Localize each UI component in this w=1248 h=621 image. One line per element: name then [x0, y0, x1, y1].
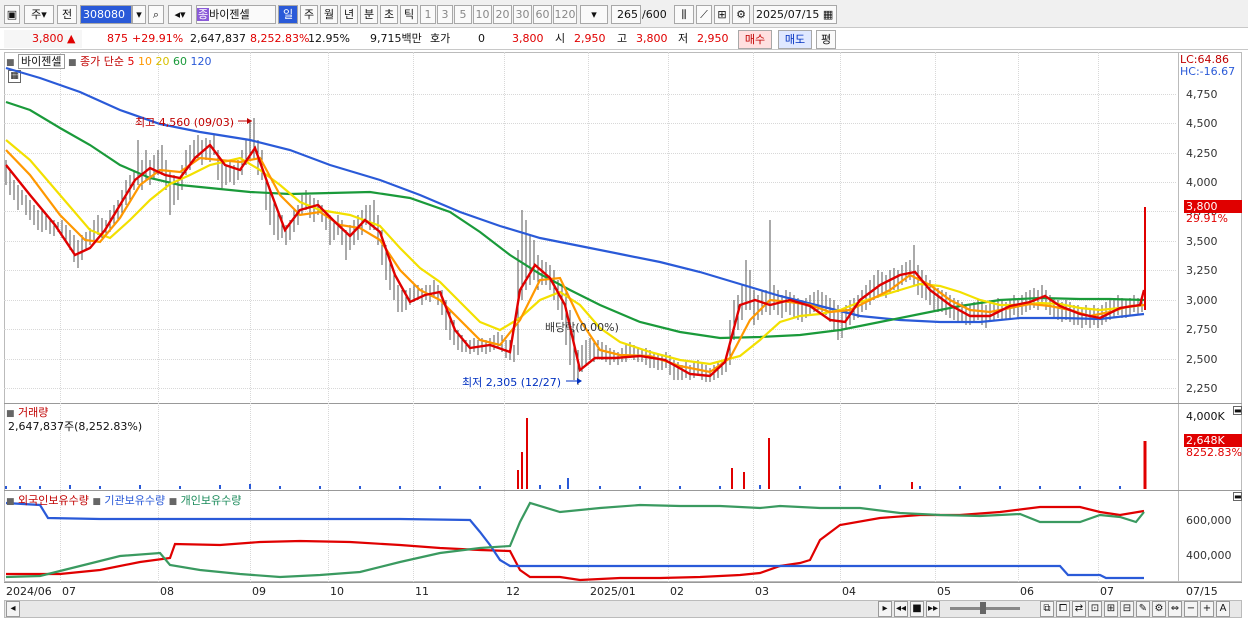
- x-tick: 04: [842, 585, 856, 598]
- dividend-annotation: 배당락(0.00%): [545, 321, 619, 334]
- x-tick: 02: [670, 585, 684, 598]
- window-icon[interactable]: ⧠: [1056, 601, 1070, 617]
- rewind-icon[interactable]: ◂◂: [894, 601, 908, 617]
- x-tick: 07/15: [1186, 585, 1218, 598]
- x-tick: 06: [1020, 585, 1034, 598]
- holdings-tick: 400,000: [1186, 549, 1232, 562]
- ma-5-line: [5, 143, 1146, 378]
- x-tick: 07: [62, 585, 76, 598]
- filter-icon[interactable]: ⊟: [1120, 601, 1134, 617]
- tile-icon[interactable]: ⊞: [1104, 601, 1118, 617]
- forward-icon[interactable]: ▸▸: [926, 601, 940, 617]
- layout-icon[interactable]: ⧉: [1040, 601, 1054, 617]
- low-annotation: 최저 2,305 (12/27): [462, 376, 562, 389]
- x-tick: 05: [937, 585, 951, 598]
- font-icon[interactable]: A: [1216, 601, 1230, 617]
- stop-icon[interactable]: ■: [910, 601, 924, 617]
- plus-icon[interactable]: +: [1200, 601, 1214, 617]
- x-tick: 03: [755, 585, 769, 598]
- x-tick: 11: [415, 585, 429, 598]
- holdings-legend: ■ 외국인보유수량 ■ 기관보유수량 ■ 개인보유수량: [6, 492, 241, 508]
- indiv-label: 개인보유수량: [180, 494, 242, 507]
- foreign-label: 외국인보유수량: [18, 494, 89, 507]
- x-tick: 07: [1100, 585, 1114, 598]
- minus-icon[interactable]: −: [1184, 601, 1198, 617]
- volume-bars: [5, 418, 1147, 489]
- collapse-icon[interactable]: ▬: [1233, 406, 1242, 415]
- zoom-slider-handle[interactable]: [980, 602, 986, 614]
- ma-120-line: [5, 66, 1145, 324]
- legend-marker-icon: ■: [6, 497, 15, 507]
- legend-marker-icon: ■: [168, 497, 178, 507]
- move-icon[interactable]: ⇄: [1072, 601, 1086, 617]
- scroll-left-icon[interactable]: ◂: [6, 601, 20, 617]
- chart-svg: [5, 66, 1147, 582]
- volume-tag-pct: 8252.83%: [1186, 446, 1242, 459]
- x-tick: 08: [160, 585, 174, 598]
- scroll-right-icon[interactable]: ▸: [878, 601, 892, 617]
- holdings-lines: [5, 501, 1145, 582]
- gear-icon[interactable]: ⚙: [1152, 601, 1166, 617]
- holdings-tick: 600,000: [1186, 514, 1232, 527]
- volume-readout: 2,647,837주(8,252.83%): [8, 420, 143, 433]
- arrows-icon[interactable]: ⇔: [1168, 601, 1182, 617]
- x-tick: 2025/01: [590, 585, 636, 598]
- legend-marker-icon: ■: [92, 497, 101, 507]
- x-tick: 2024/06: [6, 585, 52, 598]
- x-tick: 12: [506, 585, 520, 598]
- fit-icon[interactable]: ⊡: [1088, 601, 1102, 617]
- volume-axis-tick: 4,000K: [1186, 410, 1225, 423]
- collapse-icon[interactable]: ▬: [1233, 492, 1242, 501]
- pen-icon[interactable]: ✎: [1136, 601, 1150, 617]
- x-tick: 10: [330, 585, 344, 598]
- inst-label: 기관보유수량: [104, 494, 166, 507]
- high-annotation: 최고 4,560 (09/03): [135, 116, 235, 129]
- x-tick: 09: [252, 585, 266, 598]
